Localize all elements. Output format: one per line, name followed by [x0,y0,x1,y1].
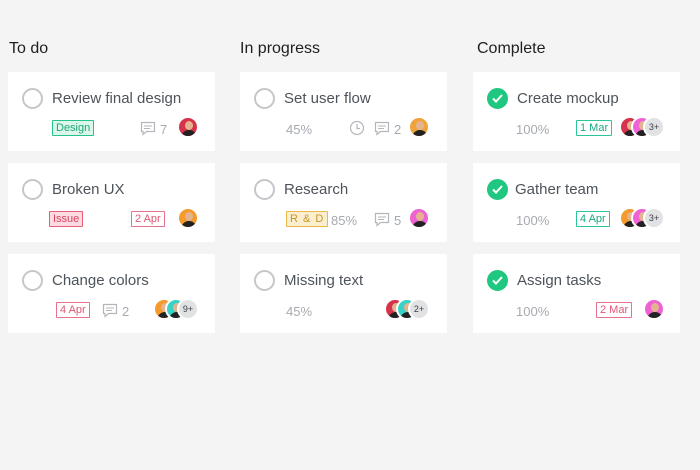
task-card[interactable]: Gather team 100% 4 Apr 3+ [473,163,680,242]
comment-icon [102,303,118,318]
comment-count: 2 [394,122,402,137]
avatar[interactable] [177,116,199,138]
column-title: To do [9,40,49,57]
progress-percent: 100% [516,304,550,319]
comment-icon [140,121,156,136]
comment-count: 2 [122,304,130,319]
avatar[interactable] [408,116,430,138]
comment-count: 7 [160,122,168,137]
progress-percent: 85% [331,213,358,228]
task-checkbox[interactable] [487,179,508,200]
more-members-badge[interactable]: 2+ [408,298,430,320]
progress-percent: 45% [286,304,313,319]
task-checkbox[interactable] [22,270,43,291]
task-checkbox[interactable] [254,179,275,200]
more-members-badge[interactable]: 9+ [177,298,199,320]
column-title: Complete [477,40,546,57]
clock-icon [349,120,365,136]
task-tag: Issue [49,211,84,227]
comment-icon [374,212,390,227]
due-date-badge: 1 Mar [576,120,613,136]
task-checkbox[interactable] [487,88,508,109]
task-checkbox[interactable] [487,270,508,291]
checkmark-icon [492,94,503,103]
avatar[interactable] [408,207,430,229]
task-title: Missing text [284,272,364,289]
checkmark-icon [492,276,503,285]
due-date-badge: 2 Apr [131,211,165,227]
task-card[interactable]: Change colors 4 Apr 2 9+ [8,254,215,333]
task-title: Change colors [52,272,149,289]
checkmark-icon [492,185,503,194]
task-title: Broken UX [52,181,125,198]
avatar[interactable] [177,207,199,229]
more-members-badge[interactable]: 3+ [643,116,665,138]
task-checkbox[interactable] [254,88,275,109]
more-members-badge[interactable]: 3+ [643,207,665,229]
due-date-badge: 4 Apr [56,302,90,318]
task-checkbox[interactable] [22,179,43,200]
task-checkbox[interactable] [254,270,275,291]
task-checkbox[interactable] [22,88,43,109]
task-card[interactable]: Missing text 45% 2+ [240,254,447,333]
task-card[interactable]: Review final design Design 7 [8,72,215,151]
task-title: Assign tasks [517,272,602,289]
progress-percent: 100% [516,122,550,137]
task-title: Create mockup [517,90,619,107]
task-tag: Design [52,120,95,136]
task-card[interactable]: Research R & D 85% 5 [240,163,447,242]
task-title: Gather team [515,181,599,198]
task-card[interactable]: Assign tasks 100% 2 Mar [473,254,680,333]
due-date-badge: 4 Apr [576,211,610,227]
column-title: In progress [240,40,321,57]
avatar[interactable] [643,298,665,320]
progress-percent: 45% [286,122,313,137]
task-title: Review final design [52,90,182,107]
task-title: Research [284,181,349,198]
task-title: Set user flow [284,90,371,107]
task-card[interactable]: Set user flow 45% 2 [240,72,447,151]
task-tag: R & D [286,211,329,227]
progress-percent: 100% [516,213,550,228]
task-card[interactable]: Broken UX Issue 2 Apr [8,163,215,242]
comment-count: 5 [394,213,402,228]
due-date-badge: 2 Mar [596,302,633,318]
task-card[interactable]: Create mockup 100% 1 Mar 3+ [473,72,680,151]
comment-icon [374,121,390,136]
